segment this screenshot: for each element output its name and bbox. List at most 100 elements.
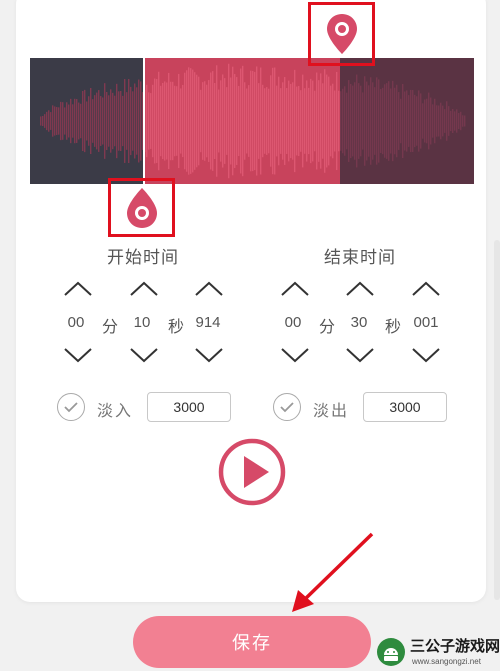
waveform-bar xyxy=(434,98,436,144)
waveform-bar xyxy=(428,92,430,150)
waveform-bar xyxy=(58,107,60,135)
waveform-bar xyxy=(200,89,202,153)
waveform-bar xyxy=(306,80,308,162)
waveform-bar xyxy=(426,98,428,144)
start-ms-value[interactable]: 914 xyxy=(188,314,228,331)
end-seconds-down-button[interactable] xyxy=(342,343,378,367)
waveform-bar xyxy=(202,82,204,160)
check-icon xyxy=(280,402,294,413)
fade-out-input[interactable]: 3000 xyxy=(363,392,447,422)
waveform-bar xyxy=(122,95,124,147)
waveform-bar xyxy=(394,87,396,155)
waveform-bar xyxy=(314,90,316,152)
waveform-bar xyxy=(238,85,240,157)
right-edge-strip xyxy=(494,240,500,600)
start-seconds-unit: 秒 xyxy=(167,319,184,336)
fade-in-input[interactable]: 3000 xyxy=(147,392,231,422)
start-ms-down-button[interactable] xyxy=(191,343,227,367)
waveform-bar xyxy=(320,73,322,169)
start-minutes-up-button[interactable] xyxy=(60,277,96,301)
waveform-bar xyxy=(452,108,454,134)
waveform-bar xyxy=(300,90,302,152)
fade-out-checkbox[interactable] xyxy=(273,393,301,421)
waveform-bar xyxy=(358,83,360,159)
waveform-bar xyxy=(248,85,250,157)
end-seconds-value[interactable]: 30 xyxy=(339,314,379,331)
start-ms-up-button[interactable] xyxy=(191,277,227,301)
start-position-line xyxy=(143,58,145,184)
waveform-bar xyxy=(52,105,54,137)
waveform-bar xyxy=(388,81,390,161)
waveform-bar xyxy=(382,87,384,155)
waveform-bar xyxy=(460,111,462,131)
waveform-bar xyxy=(98,90,100,152)
waveform-bar xyxy=(288,80,290,162)
start-seconds-value[interactable]: 10 xyxy=(122,314,162,331)
waveform-bar xyxy=(174,85,176,157)
waveform-bar xyxy=(414,94,416,148)
end-seconds-unit: 秒 xyxy=(384,319,401,336)
waveform-bar xyxy=(162,82,164,160)
start-seconds-down-button[interactable] xyxy=(126,343,162,367)
start-minutes-down-button[interactable] xyxy=(60,343,96,367)
end-minutes-up-button[interactable] xyxy=(277,277,313,301)
waveform-bar xyxy=(216,65,218,177)
waveform-bar xyxy=(402,83,404,159)
end-ms-up-button[interactable] xyxy=(408,277,444,301)
waveform-bar xyxy=(360,85,362,157)
check-icon xyxy=(64,402,78,413)
waveform-bar xyxy=(66,102,68,140)
waveform-bar xyxy=(100,96,102,146)
waveform-bar xyxy=(170,81,172,161)
end-seconds-up-button[interactable] xyxy=(342,277,378,301)
play-button[interactable] xyxy=(217,437,287,507)
waveform-bar xyxy=(392,80,394,162)
end-minutes-down-button[interactable] xyxy=(277,343,313,367)
end-ms-value[interactable]: 001 xyxy=(406,314,446,331)
end-time-title: 结束时间 xyxy=(324,248,396,267)
waveform-bar xyxy=(228,63,230,179)
waveform-bar xyxy=(284,77,286,165)
end-ms-down-button[interactable] xyxy=(408,343,444,367)
chevron-up-icon xyxy=(281,281,309,296)
start-marker-highlight[interactable] xyxy=(108,178,175,237)
waveform-bar xyxy=(254,71,256,171)
waveform-bar xyxy=(316,72,318,170)
waveform-bar xyxy=(156,79,158,163)
waveform-bar xyxy=(198,76,200,166)
waveform-bar xyxy=(274,67,276,175)
end-marker-highlight[interactable] xyxy=(308,2,375,66)
waveform-bar xyxy=(282,82,284,160)
waveform-bar xyxy=(236,77,238,165)
waveform-bar xyxy=(72,104,74,138)
audio-waveform[interactable] xyxy=(30,58,474,184)
chevron-down-icon xyxy=(281,348,309,363)
waveform-bar xyxy=(376,77,378,165)
waveform-bar xyxy=(158,71,160,171)
waveform-bar xyxy=(396,84,398,158)
waveform-bar xyxy=(450,110,452,132)
waveform-bar xyxy=(88,96,90,146)
chevron-down-icon xyxy=(130,348,158,363)
end-minutes-value[interactable]: 00 xyxy=(273,314,313,331)
end-minutes-unit: 分 xyxy=(318,319,335,336)
waveform-bar xyxy=(416,96,418,146)
waveform-bar xyxy=(184,72,186,170)
waveform-bar xyxy=(246,88,248,154)
chevron-up-icon xyxy=(130,281,158,296)
start-seconds-up-button[interactable] xyxy=(126,277,162,301)
waveform-bar xyxy=(406,90,408,152)
waveform-bar xyxy=(148,92,150,150)
save-button[interactable]: 保存 xyxy=(133,616,371,668)
waveform-bar xyxy=(464,115,466,127)
fade-out-label: 淡出 xyxy=(313,403,350,420)
start-minutes-value[interactable]: 00 xyxy=(56,314,96,331)
waveform-bar xyxy=(400,98,402,144)
fade-in-checkbox[interactable] xyxy=(57,393,85,421)
waveform-bar xyxy=(380,89,382,153)
waveform-bar xyxy=(204,81,206,161)
waveform-bar xyxy=(230,77,232,165)
waveform-bar xyxy=(176,86,178,156)
waveform-bar xyxy=(80,103,82,139)
waveform-bar xyxy=(180,88,182,154)
